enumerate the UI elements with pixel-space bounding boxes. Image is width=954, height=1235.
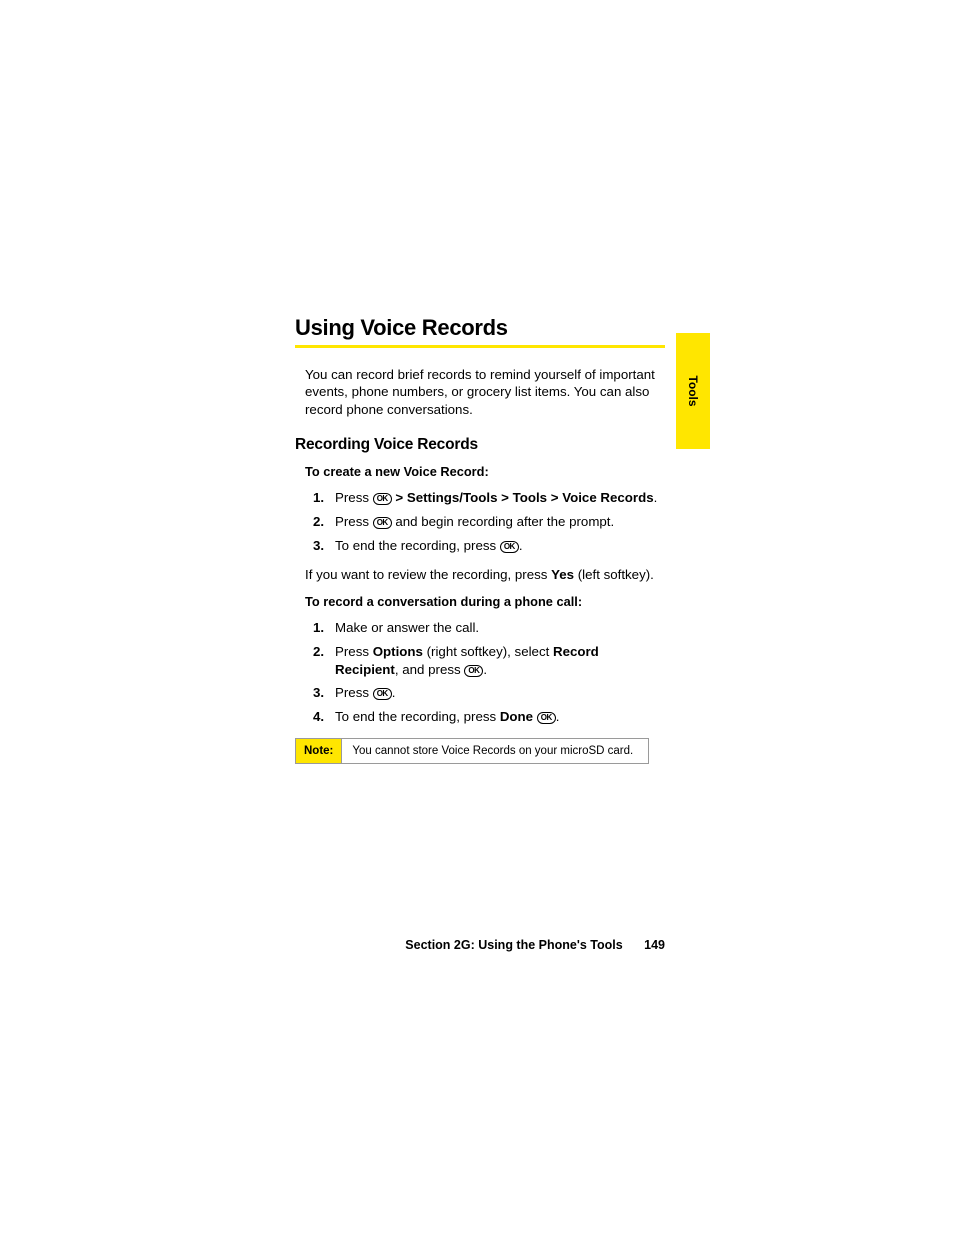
step-3: 3. To end the recording, press OK. bbox=[295, 537, 665, 555]
step-text: . bbox=[556, 709, 560, 724]
step-number: 3. bbox=[313, 684, 324, 702]
footer-section: Section 2G: Using the Phone's Tools bbox=[405, 938, 622, 952]
lead-record-call: To record a conversation during a phone … bbox=[305, 594, 665, 609]
lead-create: To create a new Voice Record: bbox=[305, 464, 665, 479]
step-text: Press bbox=[335, 514, 373, 529]
review-line: If you want to review the recording, pre… bbox=[305, 567, 665, 582]
step-text: Press bbox=[335, 644, 373, 659]
step-number: 4. bbox=[313, 708, 324, 726]
step-text: (right softkey), select bbox=[423, 644, 553, 659]
step-number: 2. bbox=[313, 643, 324, 661]
side-tab-label: Tools bbox=[686, 375, 700, 406]
steps-create: 1. Press OK > Settings/Tools > Tools > V… bbox=[295, 489, 665, 555]
step-text: Press bbox=[335, 490, 373, 505]
step-text: . bbox=[654, 490, 658, 505]
step-number: 2. bbox=[313, 513, 324, 531]
note-text: You cannot store Voice Records on your m… bbox=[342, 739, 648, 763]
step-2: 2. Press OK and begin recording after th… bbox=[295, 513, 665, 531]
content-column: Using Voice Records You can record brief… bbox=[295, 315, 665, 764]
done-label: Done bbox=[500, 709, 533, 724]
step-text: To end the recording, press bbox=[335, 709, 500, 724]
step-number: 3. bbox=[313, 537, 324, 555]
step-text: , and press bbox=[395, 662, 464, 677]
step-number: 1. bbox=[313, 619, 324, 637]
step-1: 1. Press OK > Settings/Tools > Tools > V… bbox=[295, 489, 665, 507]
ok-key-icon: OK bbox=[373, 517, 392, 529]
step-3: 3. Press OK. bbox=[295, 684, 665, 702]
footer-page-number: 149 bbox=[644, 938, 665, 952]
step-text: . bbox=[483, 662, 487, 677]
ok-key-icon: OK bbox=[500, 541, 519, 553]
ok-key-icon: OK bbox=[373, 688, 392, 700]
ok-key-icon: OK bbox=[537, 712, 556, 724]
step-text: . bbox=[519, 538, 523, 553]
steps-record-call: 1. Make or answer the call. 2. Press Opt… bbox=[295, 619, 665, 727]
step-text: To end the recording, press bbox=[335, 538, 500, 553]
page: Tools Using Voice Records You can record… bbox=[0, 0, 954, 1235]
side-tab: Tools bbox=[676, 333, 710, 449]
step-text: . bbox=[392, 685, 396, 700]
review-text: If you want to review the recording, pre… bbox=[305, 567, 551, 582]
step-path: > Settings/Tools > Tools > Voice Records bbox=[392, 490, 654, 505]
note-label: Note: bbox=[296, 739, 342, 763]
step-text: Press bbox=[335, 685, 373, 700]
note-box: Note: You cannot store Voice Records on … bbox=[295, 738, 649, 764]
step-text: Make or answer the call. bbox=[335, 620, 479, 635]
ok-key-icon: OK bbox=[373, 493, 392, 505]
ok-key-icon: OK bbox=[464, 665, 483, 677]
title-underline bbox=[295, 345, 665, 348]
step-4: 4. To end the recording, press Done OK. bbox=[295, 708, 665, 726]
step-text: and begin recording after the prompt. bbox=[392, 514, 615, 529]
page-footer: Section 2G: Using the Phone's Tools 149 bbox=[295, 938, 665, 952]
step-2: 2. Press Options (right softkey), select… bbox=[295, 643, 665, 679]
step-1: 1. Make or answer the call. bbox=[295, 619, 665, 637]
step-number: 1. bbox=[313, 489, 324, 507]
intro-paragraph: You can record brief records to remind y… bbox=[305, 366, 665, 418]
subsection-title: Recording Voice Records bbox=[295, 436, 665, 454]
review-yes: Yes bbox=[551, 567, 574, 582]
options-label: Options bbox=[373, 644, 423, 659]
review-text: (left softkey). bbox=[574, 567, 654, 582]
section-title: Using Voice Records bbox=[295, 315, 665, 341]
